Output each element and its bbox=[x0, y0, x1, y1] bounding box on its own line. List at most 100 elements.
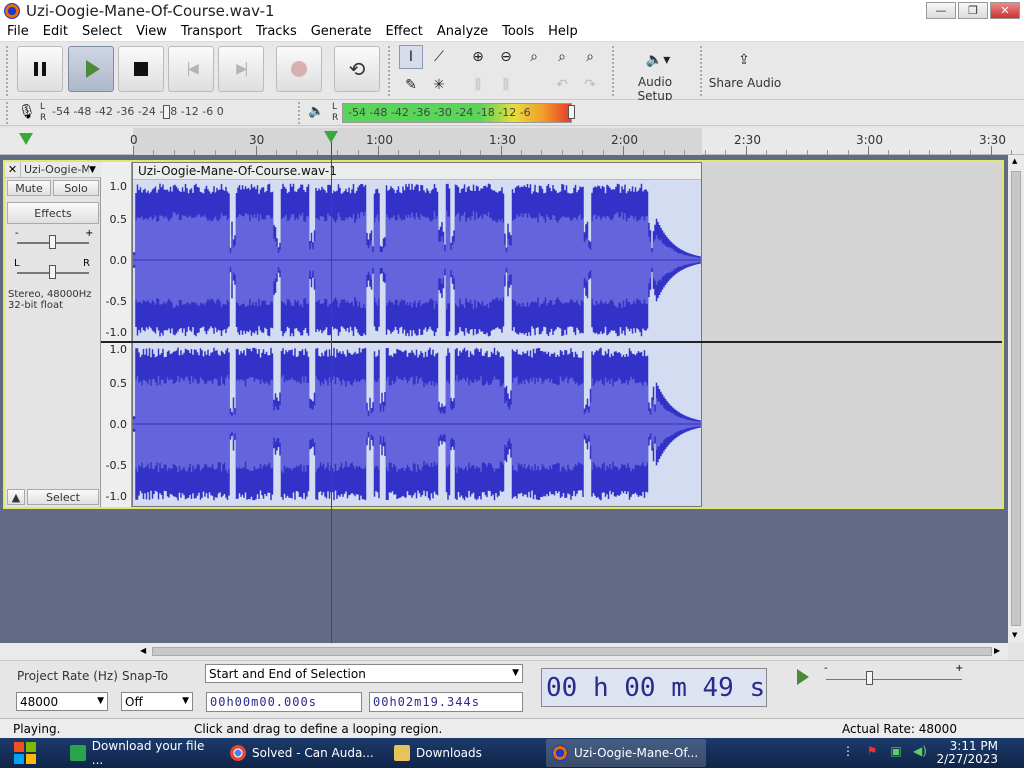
more-icon[interactable]: ⋮ bbox=[840, 743, 856, 759]
silence-button[interactable]: ⫼ bbox=[494, 73, 518, 97]
audio-setup-button[interactable]: 🔈▾ bbox=[640, 48, 676, 72]
snap-to-select[interactable]: Off ▼ bbox=[121, 692, 193, 711]
taskbar-item-downloads[interactable]: Downloads bbox=[388, 739, 538, 767]
trim-button[interactable]: ⫼ bbox=[466, 73, 490, 97]
speaker-icon[interactable]: 🔈 bbox=[308, 104, 324, 119]
selection-tool-button[interactable]: I bbox=[399, 45, 423, 69]
toolbar-grip[interactable] bbox=[612, 46, 616, 96]
toolbar-grip[interactable] bbox=[700, 46, 704, 96]
vertical-ruler[interactable]: 1.0 0.5 0.0 -0.5 -1.0 1.0 0.5 0.0 -0.5 -… bbox=[101, 162, 132, 507]
selection-start-time[interactable]: 00h00m00.000s bbox=[206, 692, 362, 712]
clip-title-bar[interactable]: Uzi-Oogie-Mane-Of-Course.wav-1 bbox=[133, 163, 701, 180]
taskbar-item-chrome[interactable]: Solved - Can Auda... bbox=[224, 739, 384, 767]
pan-slider[interactable] bbox=[49, 265, 56, 279]
collapse-track-button[interactable]: ▲ bbox=[7, 489, 25, 505]
menu-analyze[interactable]: Analyze bbox=[430, 24, 495, 39]
scroll-left-icon[interactable]: ◀ bbox=[140, 646, 146, 655]
toolbar-grip[interactable] bbox=[6, 102, 10, 124]
timeline-ruler[interactable]: 0 30 1:00 1:30 2:00 2:30 3:00 3:30 bbox=[0, 128, 1024, 155]
mute-button[interactable]: Mute bbox=[7, 180, 51, 196]
menu-select[interactable]: Select bbox=[75, 24, 129, 39]
menu-view[interactable]: View bbox=[129, 24, 174, 39]
zoom-in-button[interactable]: ⊕ bbox=[466, 45, 490, 69]
waveform-right-channel[interactable] bbox=[133, 344, 701, 504]
menu-transport[interactable]: Transport bbox=[174, 24, 249, 39]
zoom-toggle-button[interactable]: ⌕ bbox=[578, 45, 602, 69]
timeline-tick bbox=[255, 146, 257, 155]
select-track-button[interactable]: Select bbox=[27, 489, 99, 505]
solo-button[interactable]: Solo bbox=[53, 180, 99, 196]
start-button[interactable] bbox=[0, 738, 50, 768]
window-controls: — ❐ ✕ bbox=[926, 2, 1020, 19]
share-audio-button[interactable]: ⇪ bbox=[732, 48, 756, 72]
skip-end-icon: ▶| bbox=[236, 61, 249, 77]
toolbar-grip[interactable] bbox=[6, 46, 10, 96]
fit-project-button[interactable]: ⌕ bbox=[550, 45, 574, 69]
toolbar-grip[interactable] bbox=[388, 46, 392, 96]
menu-tracks[interactable]: Tracks bbox=[249, 24, 304, 39]
waveform-left-channel[interactable] bbox=[133, 180, 701, 340]
play-icon bbox=[797, 669, 809, 685]
track-sample-format: 32-bit float bbox=[8, 300, 64, 311]
toolbar-grip[interactable] bbox=[298, 102, 302, 124]
selection-mode-select[interactable]: Start and End of Selection ▼ bbox=[205, 664, 523, 683]
effects-button[interactable]: Effects bbox=[7, 202, 99, 224]
record-volume-slider[interactable] bbox=[163, 105, 170, 119]
playback-speed-slider[interactable] bbox=[866, 671, 873, 685]
vruler-label: 0.5 bbox=[109, 377, 128, 390]
volume-icon[interactable]: ◀) bbox=[912, 743, 928, 759]
loop-button[interactable]: ⟲ bbox=[334, 46, 380, 92]
menu-help[interactable]: Help bbox=[541, 24, 585, 39]
play-button[interactable] bbox=[68, 46, 114, 92]
track-menu-arrow-icon[interactable]: ▼ bbox=[89, 165, 101, 175]
playback-volume-slider[interactable] bbox=[568, 105, 575, 119]
track-name-menu[interactable]: Uzi-Oogie-M bbox=[21, 163, 89, 176]
draw-tool-button[interactable]: ✎ bbox=[399, 73, 423, 97]
envelope-tool-button[interactable]: ⟋ bbox=[427, 45, 451, 69]
scroll-up-icon[interactable]: ▲ bbox=[1012, 157, 1017, 165]
pan-left-label: L bbox=[14, 258, 20, 269]
audio-position-display[interactable]: 00 h 00 m 49 s bbox=[541, 668, 767, 707]
selection-end-time[interactable]: 00h02m19.344s bbox=[369, 692, 523, 712]
play-at-speed-button[interactable] bbox=[791, 665, 815, 689]
gain-slider[interactable] bbox=[49, 235, 56, 249]
selection-toolbar: Project Rate (Hz) 48000 ▼ Snap-To Off ▼ … bbox=[0, 660, 1024, 718]
skip-to-end-button[interactable]: ▶| bbox=[218, 46, 264, 92]
restore-button[interactable]: ❐ bbox=[958, 2, 988, 19]
scroll-down-icon[interactable]: ▼ bbox=[1012, 631, 1017, 639]
record-button[interactable] bbox=[276, 46, 322, 92]
menu-effect[interactable]: Effect bbox=[378, 24, 429, 39]
menu-generate[interactable]: Generate bbox=[304, 24, 379, 39]
close-button[interactable]: ✕ bbox=[990, 2, 1020, 19]
audio-clip[interactable]: Uzi-Oogie-Mane-Of-Course.wav-1 bbox=[132, 162, 702, 507]
menu-edit[interactable]: Edit bbox=[36, 24, 75, 39]
zoom-out-button[interactable]: ⊖ bbox=[494, 45, 518, 69]
scroll-right-icon[interactable]: ▶ bbox=[994, 646, 1000, 655]
horizontal-scroll-thumb[interactable] bbox=[152, 647, 992, 656]
microphone-icon[interactable]: 🎙 bbox=[18, 104, 36, 120]
clock[interactable]: 3:11 PM 2/27/2023 bbox=[936, 740, 998, 766]
multi-tool-button[interactable]: ✳ bbox=[427, 73, 451, 97]
fit-selection-button[interactable]: ⌕ bbox=[522, 45, 546, 69]
skip-to-start-button[interactable]: |◀ bbox=[168, 46, 214, 92]
record-meter-l: L bbox=[40, 102, 46, 112]
vertical-scroll-thumb[interactable] bbox=[1011, 171, 1021, 626]
play-region-marker-icon[interactable] bbox=[19, 133, 33, 145]
menu-tools[interactable]: Tools bbox=[495, 24, 541, 39]
meter-toolbar: 🎙 L R -54 -48 -42 -36 -24 -18 -12 -6 0 🔈… bbox=[0, 100, 1024, 126]
menu-file[interactable]: File bbox=[0, 24, 36, 39]
taskbar-item-download[interactable]: Download your file ... bbox=[64, 739, 218, 767]
vertical-scrollbar[interactable]: ▲ ▼ bbox=[1008, 155, 1024, 643]
flag-icon[interactable]: ⚑ bbox=[864, 743, 880, 759]
timeline-label: 2:00 bbox=[611, 133, 638, 147]
network-icon[interactable]: ▣ bbox=[888, 743, 904, 759]
horizontal-scrollbar[interactable]: ◀ ▶ bbox=[0, 643, 1008, 660]
project-rate-select[interactable]: 48000 ▼ bbox=[16, 692, 108, 711]
stop-button[interactable] bbox=[118, 46, 164, 92]
taskbar-item-audacity[interactable]: Uzi-Oogie-Mane-Of... bbox=[546, 739, 706, 767]
pause-button[interactable] bbox=[17, 46, 63, 92]
minimize-button[interactable]: — bbox=[926, 2, 956, 19]
track-close-button[interactable]: ✕ bbox=[5, 161, 21, 178]
undo-button[interactable]: ↶ bbox=[550, 73, 574, 97]
redo-button[interactable]: ↷ bbox=[578, 73, 602, 97]
